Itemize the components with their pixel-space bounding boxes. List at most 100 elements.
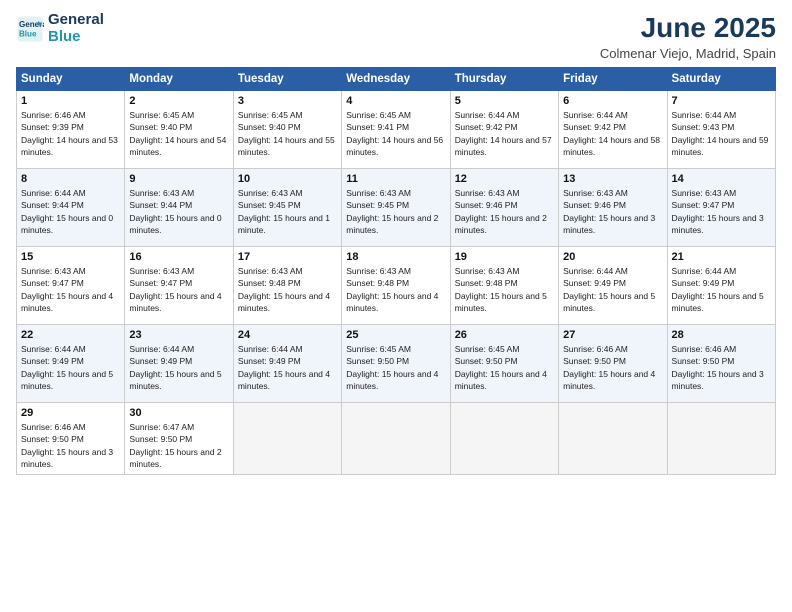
logo-line2: Blue xyxy=(48,28,81,45)
day-info: Sunrise: 6:45 AMSunset: 9:41 PMDaylight:… xyxy=(346,109,445,158)
calendar-cell xyxy=(233,403,341,475)
page: General Blue General Blue June 2025 Colm… xyxy=(0,0,792,612)
calendar-cell: 15Sunrise: 6:43 AMSunset: 9:47 PMDayligh… xyxy=(17,247,125,325)
calendar-week-4: 22 Sunrise: 6:44 AMSunset: 9:49 PMDayligh… xyxy=(17,325,776,403)
day-info: Sunrise: 6:43 AMSunset: 9:47 PMDaylight:… xyxy=(129,265,228,314)
day-number: 28 xyxy=(672,329,771,341)
day-number: 25 xyxy=(346,329,445,341)
calendar-cell: 2 Sunrise: 6:45 AMSunset: 9:40 PMDaylight… xyxy=(125,91,233,169)
day-number: 26 xyxy=(455,329,554,341)
day-info: Sunrise: 6:45 AMSunset: 9:50 PMDaylight:… xyxy=(346,343,445,392)
day-number: 13 xyxy=(563,173,662,185)
day-info: Sunrise: 6:46 AMSunset: 9:50 PMDaylight:… xyxy=(21,421,120,470)
day-info: Sunrise: 6:43 AMSunset: 9:47 PMDaylight:… xyxy=(672,187,771,236)
day-info: Sunrise: 6:43 AMSunset: 9:45 PMDaylight:… xyxy=(346,187,445,236)
day-info: Sunrise: 6:46 AMSunset: 9:50 PMDaylight:… xyxy=(563,343,662,392)
calendar-cell: 29 Sunrise: 6:46 AMSunset: 9:50 PMDayligh… xyxy=(17,403,125,475)
col-friday: Friday xyxy=(559,68,667,91)
calendar-cell: 23Sunrise: 6:44 AMSunset: 9:49 PMDayligh… xyxy=(125,325,233,403)
day-info: Sunrise: 6:43 AMSunset: 9:46 PMDaylight:… xyxy=(563,187,662,236)
day-number: 9 xyxy=(129,173,228,185)
calendar-title: June 2025 xyxy=(600,12,776,44)
calendar-subtitle: Colmenar Viejo, Madrid, Spain xyxy=(600,46,776,61)
calendar-cell: 12Sunrise: 6:43 AMSunset: 9:46 PMDayligh… xyxy=(450,169,558,247)
day-number: 1 xyxy=(21,95,120,107)
day-info: Sunrise: 6:44 AMSunset: 9:49 PMDaylight:… xyxy=(129,343,228,392)
day-info: Sunrise: 6:43 AMSunset: 9:44 PMDaylight:… xyxy=(129,187,228,236)
day-info: Sunrise: 6:43 AMSunset: 9:48 PMDaylight:… xyxy=(346,265,445,314)
day-number: 2 xyxy=(129,95,228,107)
day-number: 4 xyxy=(346,95,445,107)
day-info: Sunrise: 6:44 AMSunset: 9:49 PMDaylight:… xyxy=(563,265,662,314)
calendar-cell: 21 Sunrise: 6:44 AMSunset: 9:49 PMDayligh… xyxy=(667,247,775,325)
calendar-cell: 19Sunrise: 6:43 AMSunset: 9:48 PMDayligh… xyxy=(450,247,558,325)
day-info: Sunrise: 6:44 AMSunset: 9:42 PMDaylight:… xyxy=(563,109,662,158)
day-info: Sunrise: 6:43 AMSunset: 9:46 PMDaylight:… xyxy=(455,187,554,236)
day-info: Sunrise: 6:46 AMSunset: 9:50 PMDaylight:… xyxy=(672,343,771,392)
day-info: Sunrise: 6:44 AMSunset: 9:49 PMDaylight:… xyxy=(21,343,120,392)
calendar-cell: 20 Sunrise: 6:44 AMSunset: 9:49 PMDayligh… xyxy=(559,247,667,325)
col-wednesday: Wednesday xyxy=(342,68,450,91)
calendar-cell: 6 Sunrise: 6:44 AMSunset: 9:42 PMDaylight… xyxy=(559,91,667,169)
day-number: 11 xyxy=(346,173,445,185)
day-info: Sunrise: 6:44 AMSunset: 9:49 PMDaylight:… xyxy=(672,265,771,314)
day-number: 18 xyxy=(346,251,445,263)
calendar-cell: 1Sunrise: 6:46 AMSunset: 9:39 PMDaylight… xyxy=(17,91,125,169)
calendar-cell xyxy=(559,403,667,475)
day-number: 30 xyxy=(129,407,228,419)
day-info: Sunrise: 6:45 AMSunset: 9:50 PMDaylight:… xyxy=(455,343,554,392)
day-info: Sunrise: 6:44 AMSunset: 9:49 PMDaylight:… xyxy=(238,343,337,392)
day-number: 3 xyxy=(238,95,337,107)
day-number: 16 xyxy=(129,251,228,263)
day-number: 24 xyxy=(238,329,337,341)
day-info: Sunrise: 6:43 AMSunset: 9:48 PMDaylight:… xyxy=(238,265,337,314)
calendar-cell xyxy=(342,403,450,475)
calendar-week-2: 8Sunrise: 6:44 AMSunset: 9:44 PMDaylight… xyxy=(17,169,776,247)
calendar-cell: 16 Sunrise: 6:43 AMSunset: 9:47 PMDayligh… xyxy=(125,247,233,325)
calendar-cell: 5Sunrise: 6:44 AMSunset: 9:42 PMDaylight… xyxy=(450,91,558,169)
calendar-week-1: 1Sunrise: 6:46 AMSunset: 9:39 PMDaylight… xyxy=(17,91,776,169)
calendar-cell: 9 Sunrise: 6:43 AMSunset: 9:44 PMDaylight… xyxy=(125,169,233,247)
calendar-cell: 30 Sunrise: 6:47 AMSunset: 9:50 PMDayligh… xyxy=(125,403,233,475)
calendar-cell xyxy=(450,403,558,475)
logo-line1: General xyxy=(48,12,104,29)
day-number: 7 xyxy=(672,95,771,107)
col-monday: Monday xyxy=(125,68,233,91)
day-info: Sunrise: 6:45 AMSunset: 9:40 PMDaylight:… xyxy=(129,109,228,158)
day-info: Sunrise: 6:44 AMSunset: 9:43 PMDaylight:… xyxy=(672,109,771,158)
day-number: 20 xyxy=(563,251,662,263)
day-number: 22 xyxy=(21,329,120,341)
calendar-cell: 7 Sunrise: 6:44 AMSunset: 9:43 PMDaylight… xyxy=(667,91,775,169)
day-number: 5 xyxy=(455,95,554,107)
header-row: Sunday Monday Tuesday Wednesday Thursday… xyxy=(17,68,776,91)
calendar-cell: 27 Sunrise: 6:46 AMSunset: 9:50 PMDayligh… xyxy=(559,325,667,403)
calendar-cell: 25 Sunrise: 6:45 AMSunset: 9:50 PMDayligh… xyxy=(342,325,450,403)
calendar-week-3: 15 Sunrise: 6:43 AMSunset: 9:47 PMDayligh… xyxy=(17,247,776,325)
title-block: June 2025 Colmenar Viejo, Madrid, Spain xyxy=(600,12,776,61)
day-info: Sunrise: 6:44 AMSunset: 9:44 PMDaylight:… xyxy=(21,187,120,236)
calendar-cell: 4 Sunrise: 6:45 AMSunset: 9:41 PMDaylight… xyxy=(342,91,450,169)
day-number: 15 xyxy=(21,251,120,263)
header: General Blue General Blue June 2025 Colm… xyxy=(16,12,776,61)
calendar-cell: 26 Sunrise: 6:45 AMSunset: 9:50 PMDayligh… xyxy=(450,325,558,403)
day-number: 21 xyxy=(672,251,771,263)
calendar-cell xyxy=(667,403,775,475)
day-number: 10 xyxy=(238,173,337,185)
calendar-cell: 8Sunrise: 6:44 AMSunset: 9:44 PMDaylight… xyxy=(17,169,125,247)
calendar-cell: 24 Sunrise: 6:44 AMSunset: 9:49 PMDayligh… xyxy=(233,325,341,403)
calendar-cell: 3Sunrise: 6:45 AMSunset: 9:40 PMDaylight… xyxy=(233,91,341,169)
day-number: 27 xyxy=(563,329,662,341)
logo-icon: General Blue xyxy=(16,15,44,43)
day-number: 29 xyxy=(21,407,120,419)
calendar-cell: 17 Sunrise: 6:43 AMSunset: 9:48 PMDayligh… xyxy=(233,247,341,325)
calendar-table: Sunday Monday Tuesday Wednesday Thursday… xyxy=(16,67,776,475)
calendar-cell: 22 Sunrise: 6:44 AMSunset: 9:49 PMDayligh… xyxy=(17,325,125,403)
day-number: 14 xyxy=(672,173,771,185)
col-thursday: Thursday xyxy=(450,68,558,91)
day-number: 6 xyxy=(563,95,662,107)
day-number: 19 xyxy=(455,251,554,263)
day-info: Sunrise: 6:43 AMSunset: 9:45 PMDaylight:… xyxy=(238,187,337,236)
day-info: Sunrise: 6:47 AMSunset: 9:50 PMDaylight:… xyxy=(129,421,228,470)
calendar-cell: 10 Sunrise: 6:43 AMSunset: 9:45 PMDayligh… xyxy=(233,169,341,247)
day-number: 17 xyxy=(238,251,337,263)
